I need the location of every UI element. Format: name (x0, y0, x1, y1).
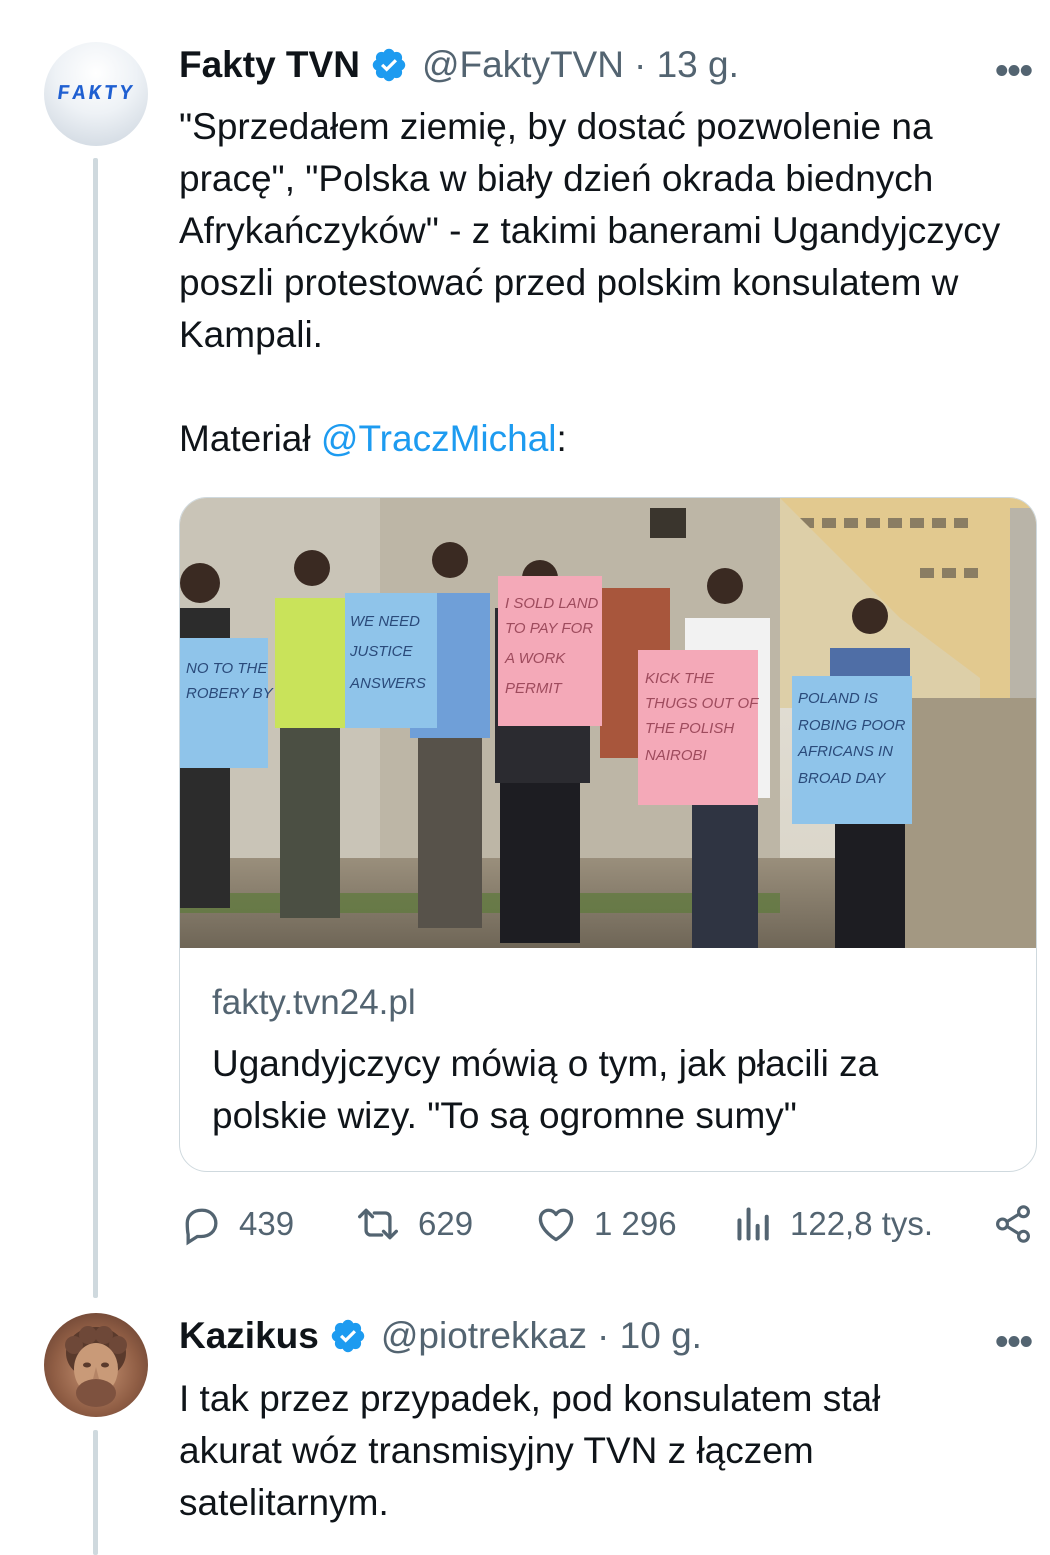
tweet-text-material: Materiał @TraczMichal: (179, 413, 1029, 465)
tweet-header: Fakty TVN @FaktyTVN · 13 g. (179, 44, 739, 86)
svg-text:NAIROBI: NAIROBI (645, 747, 707, 764)
author-handle[interactable]: @FaktyTVN (422, 44, 624, 86)
more-icon[interactable]: ••• (995, 50, 1033, 93)
card-title: Ugandyjczycy mówią o tym, jak płacili za… (212, 1043, 879, 1136)
tweet-text: "Sprzedałem ziemię, by dostać pozwolenie… (179, 106, 1001, 355)
svg-text:BROAD DAY: BROAD DAY (798, 770, 886, 787)
reply-button[interactable]: 439 (179, 1202, 294, 1246)
tweet-time[interactable]: · 13 g. (634, 44, 739, 86)
share-icon (996, 1205, 1030, 1243)
svg-text:I SOLD LAND: I SOLD LAND (505, 595, 599, 612)
like-icon (538, 1208, 574, 1242)
card-domain: fakty.tvn24.pl (212, 983, 416, 1022)
sign-1-text: NO TO THE (186, 660, 268, 677)
svg-text:WE NEED: WE NEED (350, 613, 420, 630)
svg-text:A WORK: A WORK (504, 650, 566, 667)
views-count: 122,8 tys. (790, 1205, 934, 1242)
avatar-logo-text: FAKTY (55, 82, 137, 106)
retweet-button[interactable]: 629 (354, 1202, 473, 1246)
svg-text:KICK THE: KICK THE (645, 670, 715, 687)
author-handle-2[interactable]: @piotrekkaz (381, 1315, 587, 1357)
link-card[interactable]: NO TO THE ROBERY BY WE NEED JUSTICE ANSW… (179, 497, 1037, 1172)
views-button[interactable]: 122,8 tys. (734, 1202, 933, 1246)
tweet-header-2: Kazikus @piotrekkaz · 10 g. (179, 1315, 702, 1357)
svg-text:THUGS OUT OF: THUGS OUT OF (645, 695, 759, 712)
like-button[interactable]: 1 296 (534, 1202, 677, 1246)
svg-text:JUSTICE: JUSTICE (349, 643, 414, 660)
retweet-icon (358, 1208, 398, 1240)
tweet-text-2: I tak przez przypadek, pod konsulatem st… (179, 1378, 881, 1523)
svg-text:ANSWERS: ANSWERS (349, 675, 426, 692)
svg-text:POLAND IS: POLAND IS (798, 690, 878, 707)
share-button[interactable] (992, 1202, 1050, 1246)
reply-icon (185, 1208, 218, 1246)
card-image: NO TO THE ROBERY BY WE NEED JUSTICE ANSW… (180, 498, 1036, 948)
more-icon-2[interactable]: ••• (995, 1321, 1033, 1364)
svg-text:THE POLISH: THE POLISH (645, 720, 734, 737)
author-name-2[interactable]: Kazikus (179, 1315, 319, 1357)
reply-count: 439 (239, 1205, 295, 1242)
action-bar: 439 629 1 296 122,8 tys. (179, 1202, 1039, 1262)
svg-text:ROBERY BY: ROBERY BY (186, 685, 274, 702)
retweet-count: 629 (418, 1205, 474, 1242)
verified-badge-icon-2 (331, 1319, 365, 1353)
svg-text:ROBING POOR: ROBING POOR (798, 717, 906, 734)
author-name[interactable]: Fakty TVN (179, 44, 360, 86)
svg-text:TO PAY FOR: TO PAY FOR (505, 620, 593, 637)
material-prefix: Materiał (179, 418, 321, 459)
bust-icon (65, 1326, 127, 1407)
thread-line-continuation (93, 1430, 98, 1555)
like-count: 1 296 (594, 1205, 677, 1242)
material-suffix: : (556, 418, 567, 459)
mention-link[interactable]: @TraczMichal (321, 418, 557, 459)
avatar-kazikus[interactable] (44, 1313, 148, 1417)
svg-text:PERMIT: PERMIT (505, 680, 564, 697)
thread-line (93, 158, 98, 1298)
avatar-fakty-tvn[interactable]: FAKTY (44, 42, 148, 146)
views-icon (737, 1207, 769, 1241)
verified-badge-icon (372, 48, 406, 82)
tweet-time-2[interactable]: · 10 g. (597, 1315, 702, 1357)
svg-text:AFRICANS IN: AFRICANS IN (797, 743, 893, 760)
